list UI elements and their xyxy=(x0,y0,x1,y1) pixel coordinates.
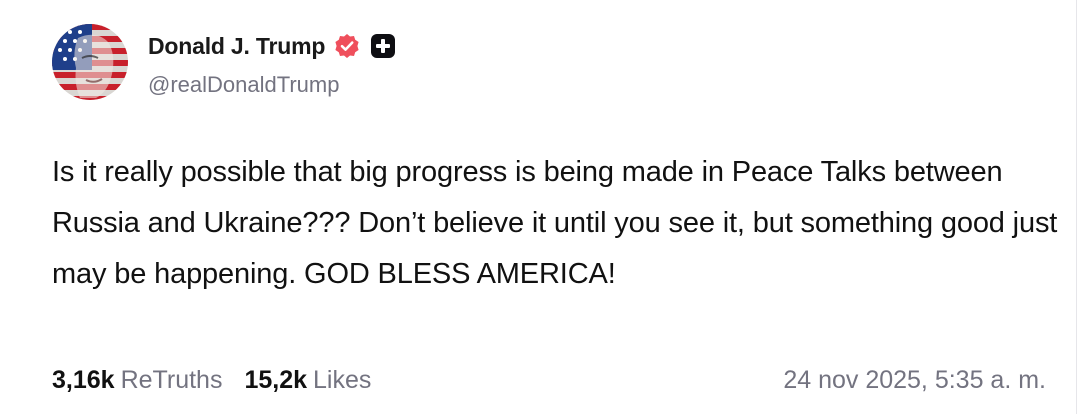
likes-count: 15,2k xyxy=(244,366,308,394)
likes-stat[interactable]: 15,2k Likes xyxy=(244,366,371,395)
likes-label: Likes xyxy=(313,366,372,394)
avatar[interactable] xyxy=(52,24,128,100)
post-body-text: Is it really possible that big progress … xyxy=(52,156,1058,290)
author-name-row: Donald J. Trump xyxy=(148,31,396,61)
retruths-stat[interactable]: 3,16k ReTruths xyxy=(52,366,222,395)
post-stats: 3,16k ReTruths 15,2k Likes xyxy=(52,366,371,395)
retruths-label: ReTruths xyxy=(120,366,223,394)
verified-badge-icon xyxy=(334,33,360,59)
author-display-name[interactable]: Donald J. Trump xyxy=(148,33,325,60)
author-handle[interactable]: @realDonaldTrump xyxy=(148,72,339,98)
column-divider xyxy=(1076,0,1077,414)
post-card: Donald J. Trump @realDonaldTrump Is it r… xyxy=(0,0,1072,414)
plus-badge-icon xyxy=(370,33,396,59)
post-timestamp[interactable]: 24 nov 2025, 5:35 a. m. xyxy=(783,366,1046,395)
retruths-count: 3,16k xyxy=(52,366,115,394)
flag-face-avatar-icon xyxy=(52,24,128,100)
